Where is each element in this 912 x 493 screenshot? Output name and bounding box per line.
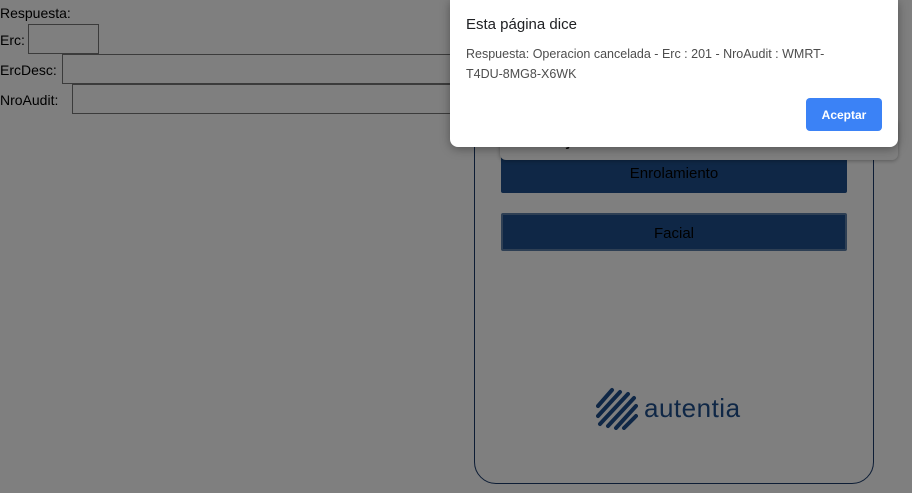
dialog-message: Respuesta: Operacion cancelada - Erc : 2… — [466, 47, 825, 81]
dialog-title: Esta página dice — [466, 16, 577, 33]
alert-dialog: Esta página dice Respuesta: Operacion ca… — [450, 0, 898, 147]
page: Respuesta: Erc: ErcDesc: NroAudit: Enrol… — [0, 0, 912, 493]
aceptar-button[interactable]: Aceptar — [806, 98, 882, 131]
